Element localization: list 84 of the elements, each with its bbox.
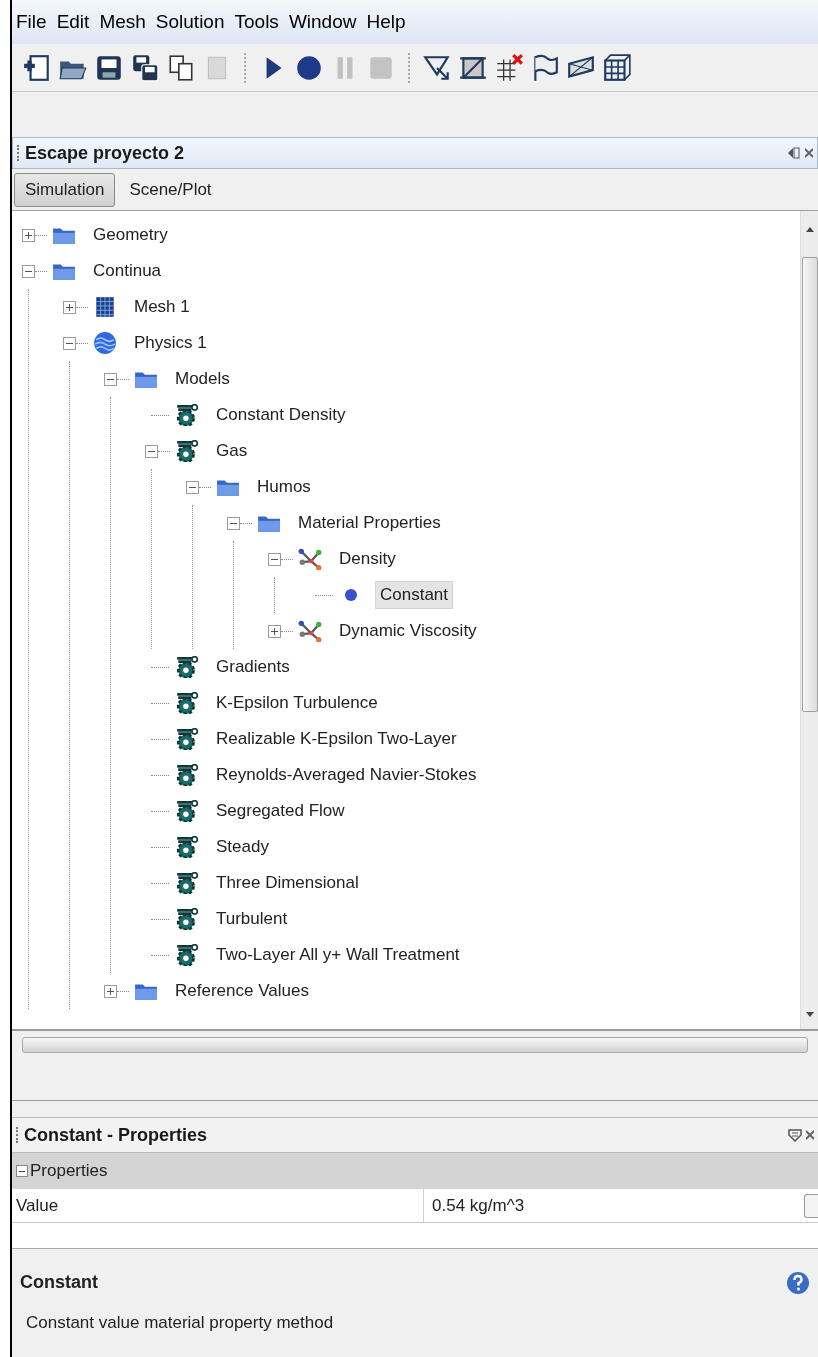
menu-item[interactable]: Edit [56, 7, 90, 37]
help-icon[interactable] [786, 1270, 810, 1295]
tree-item[interactable]: Gradients [211, 653, 295, 681]
grid-icon [93, 296, 117, 318]
save-all-icon[interactable] [130, 52, 160, 83]
collapse-icon[interactable] [268, 552, 281, 566]
tree-item[interactable]: K-Epsilon Turbulence [211, 689, 383, 717]
menu-item[interactable]: Tools [234, 7, 279, 37]
tree-item[interactable]: Models [170, 365, 235, 393]
cube-grid-icon[interactable] [602, 52, 632, 83]
property-name: Value [12, 1189, 424, 1222]
tree-item[interactable]: Physics 1 [129, 329, 212, 357]
horizontal-scrollbar[interactable] [22, 1037, 808, 1053]
tree-item[interactable]: Geometry [88, 221, 173, 249]
close-icon[interactable] [806, 1129, 814, 1141]
tree-item[interactable]: Gas [211, 437, 253, 465]
branch-nodes-icon [298, 620, 322, 642]
vertical-scrollbar[interactable] [800, 211, 818, 1029]
collapse-icon[interactable] [186, 480, 199, 494]
menu-icon[interactable] [788, 1128, 802, 1142]
tree-item[interactable]: Dynamic Viscosity [334, 617, 482, 645]
tree-item[interactable]: Segregated Flow [211, 797, 350, 825]
grid-delete-icon[interactable] [494, 52, 524, 83]
description-title: Constant [20, 1271, 98, 1294]
menu-item[interactable]: Solution [155, 7, 225, 37]
branch-nodes-icon [298, 548, 322, 570]
close-icon[interactable] [805, 147, 813, 159]
scroll-up-icon[interactable] [805, 226, 814, 232]
tree-item[interactable]: Two-Layer All y+ Wall Treatment [211, 941, 465, 969]
tab[interactable]: Scene/Plot [119, 172, 222, 207]
gear-icon [175, 836, 199, 858]
new-file-icon[interactable] [22, 52, 52, 83]
menu-item[interactable]: Mesh [99, 7, 146, 37]
panel-title: Escape proyecto 2 [25, 141, 185, 165]
tree-item[interactable]: Density [334, 545, 401, 573]
gear-icon [175, 692, 199, 714]
collapse-icon[interactable] [104, 372, 117, 386]
collapse-icon[interactable] [22, 264, 35, 278]
tree-item[interactable]: Continua [88, 257, 167, 285]
tree-item[interactable]: Reynolds-Averaged Navier-Stokes [211, 761, 482, 789]
globe-icon [93, 332, 117, 354]
collapse-icon[interactable] [16, 1165, 28, 1177]
properties-title: Constant - Properties [24, 1123, 208, 1147]
expand-icon[interactable] [63, 300, 76, 314]
collapse-icon[interactable] [63, 336, 76, 350]
tree-item[interactable]: Humos [252, 473, 316, 501]
tree-item[interactable]: Realizable K-Epsilon Two-Layer [211, 725, 462, 753]
property-value[interactable]: 0.54 kg/m^3 [424, 1192, 804, 1219]
grip-icon [17, 145, 21, 161]
gear-icon [175, 908, 199, 930]
gear-icon [175, 944, 199, 966]
description-text: Constant value material property method [26, 1312, 335, 1334]
menu-item[interactable]: Window [288, 7, 357, 37]
tree-item[interactable]: Constant Density [211, 401, 351, 429]
scrollbar-thumb[interactable] [801, 257, 818, 712]
gear-icon [175, 872, 199, 894]
edit-button[interactable] [804, 1193, 818, 1218]
expand-icon[interactable] [104, 984, 117, 998]
gear-icon [175, 404, 199, 426]
gear-icon [175, 764, 199, 786]
expand-icon[interactable] [22, 228, 35, 242]
tab[interactable]: Simulation [14, 172, 116, 207]
tree-item[interactable]: Reference Values [170, 977, 314, 1005]
group-label: Properties [30, 1160, 108, 1183]
grip-icon [16, 1127, 20, 1143]
collapse-icon[interactable] [145, 444, 158, 458]
gear-icon [175, 440, 199, 462]
gear-icon [175, 728, 199, 750]
expand-icon[interactable] [268, 624, 281, 638]
gear-icon [175, 656, 199, 678]
tree-item[interactable]: Constant [375, 581, 454, 609]
tree-item[interactable]: Turbulent [211, 905, 293, 933]
menu-item[interactable]: Help [366, 7, 406, 37]
tree-item[interactable]: Steady [211, 833, 274, 861]
tree-item[interactable]: Mesh 1 [129, 293, 195, 321]
copy-icon[interactable] [166, 52, 196, 83]
tree-item[interactable]: Three Dimensional [211, 869, 364, 897]
dock-icon[interactable] [787, 146, 801, 160]
collapse-icon[interactable] [227, 516, 240, 530]
gear-icon [175, 800, 199, 822]
tree-item[interactable]: Material Properties [293, 509, 446, 537]
group-row[interactable]: Properties [12, 1153, 818, 1189]
menu-item[interactable]: File [16, 7, 47, 37]
scroll-down-icon[interactable] [805, 1011, 814, 1017]
